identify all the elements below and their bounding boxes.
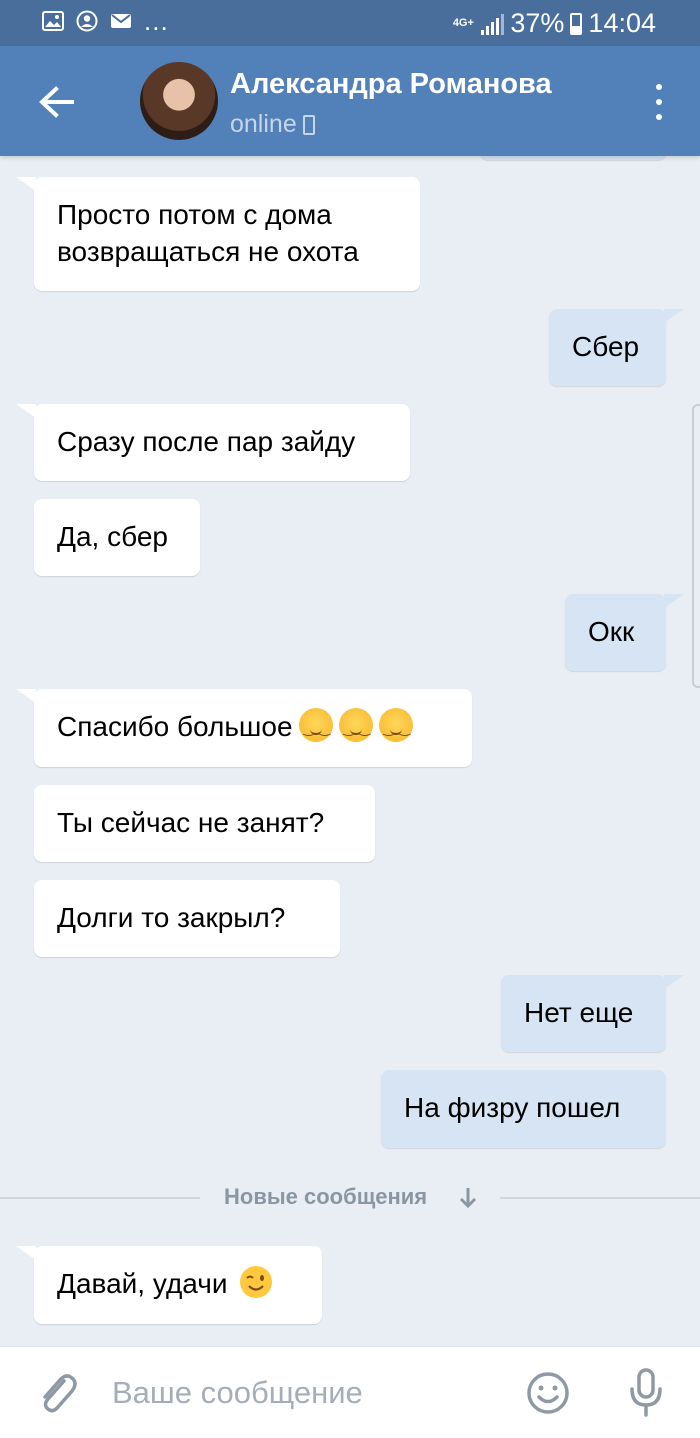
microphone-icon[interactable] <box>624 1367 668 1419</box>
scrollbar[interactable] <box>692 404 700 688</box>
message-text: Сразу после пар зайду <box>57 426 356 457</box>
message-text: Просто потом с дома возвращаться не охот… <box>57 199 359 267</box>
message-bubble: Давай, удачи <box>16 1246 322 1324</box>
divider-label: Новые сообщения <box>224 1184 428 1209</box>
message-text: Давай, удачи <box>57 1268 228 1299</box>
message-bubble: Долги то закрыл? <box>34 880 340 957</box>
message-bubble: Ты сейчас не занят? <box>34 785 375 862</box>
avatar[interactable] <box>140 62 218 140</box>
message-text: Нет еще <box>524 997 634 1028</box>
new-messages-divider: Новые сообщения <box>0 1180 700 1216</box>
status-text: online <box>230 110 297 138</box>
message-input[interactable]: Ваше сообщение <box>112 1375 363 1411</box>
message-bubble: Нет еще <box>501 975 684 1052</box>
message-bubble: Просто потом с дома возвращаться не охот… <box>16 177 420 291</box>
battery-icon <box>570 12 583 35</box>
message-composer: Ваше сообщение <box>0 1346 700 1438</box>
more-notifications: ... <box>144 6 169 36</box>
network-type: 4G+ <box>452 17 474 29</box>
clock: 14:04 <box>588 8 656 38</box>
contact-name[interactable]: Александра Романова <box>230 68 552 101</box>
account-icon <box>76 10 98 32</box>
battery-percent: 37% <box>510 8 565 38</box>
smiling-face-emoji <box>338 708 373 747</box>
message-text: На физру пошел <box>404 1092 621 1123</box>
back-arrow-icon[interactable] <box>36 82 76 122</box>
message-text: Долги то закрыл? <box>57 902 286 933</box>
message-text: Спасибо большое <box>57 711 293 742</box>
message-bubble: Сразу после пар зайду <box>16 404 410 481</box>
message-text: Да, сбер <box>57 521 168 552</box>
message-bubble: Окк <box>565 594 684 671</box>
phone-icon <box>302 114 315 135</box>
message-bubble: Спасибо большое <box>16 689 472 767</box>
message-text: Сбер <box>572 331 640 362</box>
contact-status: online <box>230 110 315 139</box>
system-icons: 4G+ 37% 14:04 <box>451 8 656 39</box>
chat-header: Александра Романова online <box>0 46 700 156</box>
smiling-face-emoji <box>298 708 333 747</box>
down-arrow-icon <box>459 1188 477 1209</box>
gallery-icon <box>42 11 64 31</box>
winking-face-emoji <box>240 1266 273 1298</box>
mail-icon <box>111 14 131 28</box>
status-bar: ... 4G+ 37% 14:04 <box>0 0 700 46</box>
signal-icon <box>481 13 505 35</box>
message-bubble: Да, сбер <box>34 499 200 576</box>
paperclip-icon[interactable] <box>34 1369 80 1419</box>
smiling-face-emoji <box>378 708 413 747</box>
more-vertical-icon[interactable] <box>652 84 666 120</box>
message-text: Ты сейчас не занят? <box>57 807 325 838</box>
message-bubble: На физру пошел <box>381 1070 666 1148</box>
message-bubble: Сбер <box>549 309 684 386</box>
notification-icons: ... <box>42 6 169 36</box>
smile-icon[interactable] <box>526 1371 570 1415</box>
message-text: Окк <box>588 616 635 647</box>
